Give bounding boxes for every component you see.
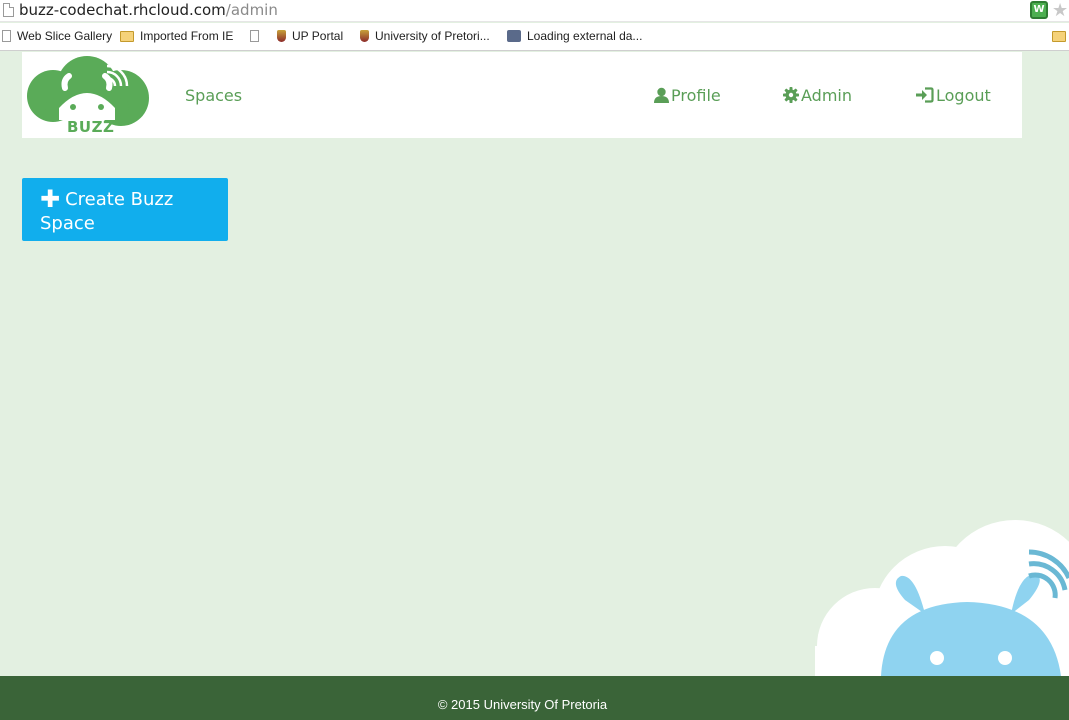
bookmark-blank[interactable] [250, 29, 265, 43]
folder-icon [1052, 31, 1066, 42]
site-header: BUZZ Spaces Profile Admin Logout [22, 52, 1022, 138]
bookmark-label: Imported From IE [140, 29, 234, 43]
buzz-mascot-illustration [815, 518, 1069, 704]
app-icon [507, 30, 521, 42]
page-footer: © 2015 University Of Pretoria [0, 676, 1069, 720]
nav-logout[interactable]: Logout [916, 86, 991, 107]
page-icon [250, 30, 259, 42]
mascot-icon [815, 520, 1069, 704]
url-host: buzz-codechat.rhcloud.com [19, 1, 226, 19]
url-path: /admin [225, 1, 278, 19]
bookmark-up-portal[interactable]: UP Portal [277, 29, 343, 43]
plus-icon: ✚ [40, 185, 61, 213]
user-icon [654, 87, 669, 107]
bookmark-label: UP Portal [292, 29, 344, 43]
bookmark-loading-external[interactable]: Loading external da... [507, 29, 642, 43]
nav-profile-label: Profile [671, 86, 721, 105]
bookmark-imported-from-ie[interactable]: Imported From IE [120, 29, 233, 43]
log-in-icon [916, 87, 934, 107]
bookmark-star-icon[interactable]: ★ [1052, 0, 1068, 21]
extension-icon[interactable]: W [1030, 1, 1048, 19]
other-bookmarks-folder[interactable] [1052, 29, 1069, 43]
nav-logout-label: Logout [936, 86, 991, 105]
browser-address-bar[interactable]: buzz-codechat.rhcloud.com/admin W ★ [0, 0, 1069, 22]
create-buzz-space-button[interactable]: ✚ Create Buzz Space [22, 178, 228, 241]
url-field[interactable]: buzz-codechat.rhcloud.com/admin [19, 1, 278, 19]
nav-admin-label: Admin [801, 86, 852, 105]
copyright-text: © 2015 University Of Pretoria [437, 697, 608, 712]
bookmark-university-of-pretoria[interactable]: University of Pretori... [360, 29, 490, 43]
crest-icon [360, 30, 369, 42]
bookmark-label: University of Pretori... [375, 29, 490, 43]
bookmark-web-slice-gallery[interactable]: Web Slice Gallery [2, 29, 112, 43]
folder-icon [120, 31, 134, 42]
bookmark-label: Loading external da... [527, 29, 643, 43]
bookmarks-bar: Web Slice Gallery Imported From IE UP Po… [0, 23, 1069, 51]
bookmark-label: Web Slice Gallery [17, 29, 113, 43]
page-icon [3, 3, 14, 17]
gear-icon [783, 87, 799, 107]
nav-profile[interactable]: Profile [654, 86, 721, 107]
page-icon [2, 30, 11, 42]
buzz-logo[interactable]: BUZZ [25, 54, 151, 136]
nav-admin[interactable]: Admin [783, 86, 852, 107]
logo-text: BUZZ [67, 118, 115, 136]
crest-icon [277, 30, 286, 42]
nav-spaces[interactable]: Spaces [185, 86, 242, 105]
